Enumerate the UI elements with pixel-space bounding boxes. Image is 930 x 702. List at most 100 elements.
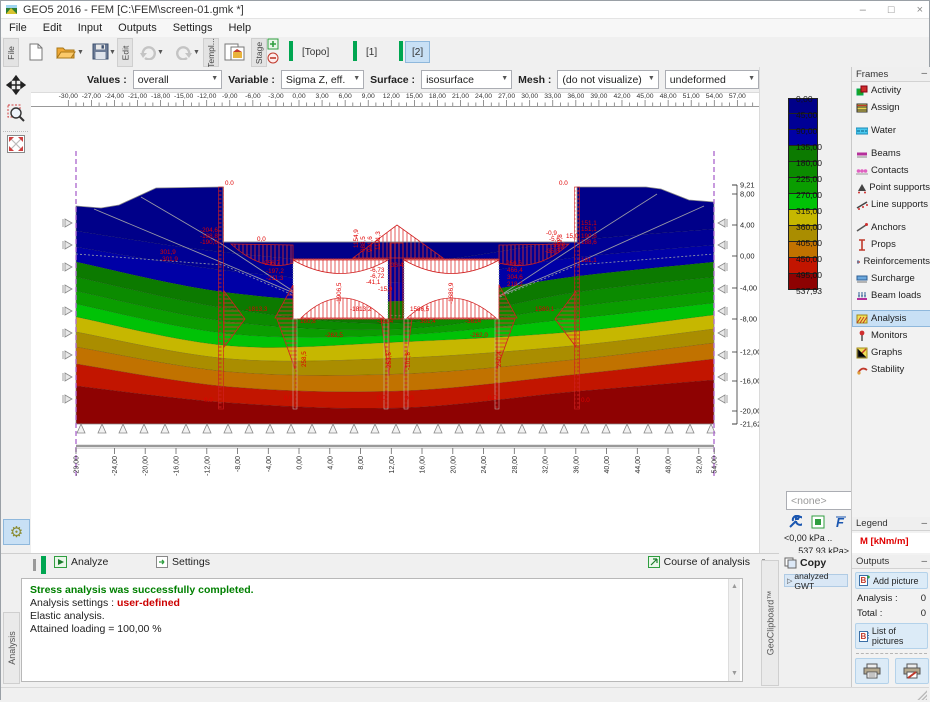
surface-combo[interactable]: isosurface▼ [421,70,512,89]
svg-text:27,00: 27,00 [498,93,515,100]
stage-button-2[interactable]: [2] [405,41,430,63]
play-icon: ▷ [787,577,792,585]
undo-dropdown-arrow: ▼ [157,49,164,56]
analyzed-gwt-button[interactable]: ▷ analyzed GWT [784,574,848,587]
svg-text:36,4: 36,4 [391,262,404,269]
analysis-side-tab[interactable]: Analysis [3,612,20,684]
frames-panel-header: Frames – [852,67,930,82]
legend-minimize-button[interactable]: – [921,521,927,527]
activity-icon [856,85,868,97]
frames-item-point-supports[interactable]: Point supports [852,179,930,196]
print-preview-button[interactable] [895,658,929,684]
edit-toolbar-tab[interactable]: Edit [117,38,133,67]
chevron-down-icon: ▼ [211,75,218,82]
add-picture-button[interactable]: B Add picture [855,572,928,589]
svg-text:57,00: 57,00 [729,93,746,100]
close-button[interactable]: × [917,4,923,16]
mesh-combo[interactable]: (do not visualize)▼ [557,70,658,89]
svg-text:45,00: 45,00 [637,93,654,100]
zoom-select-button[interactable] [3,101,28,125]
settings-gear-button[interactable]: ⚙ [3,519,30,545]
scale-function-icon[interactable]: F [834,515,848,529]
scroll-up-icon[interactable]: ▲ [731,580,738,593]
scale-value-label: 45,00 [796,110,817,120]
svg-text:-21,00: -21,00 [128,93,147,100]
frames-item-analysis[interactable]: Analysis [852,310,930,327]
stage-button-1[interactable]: [1] [359,41,384,63]
frames-item-beams[interactable]: Beams [852,145,930,162]
frames-item-reinforcements[interactable]: Reinforcements [852,253,930,270]
scroll-down-icon[interactable]: ▼ [731,667,738,680]
analyze-button[interactable]: Analyze [49,554,113,570]
menu-item-outputs[interactable]: Outputs [110,21,165,35]
svg-text:0.0: 0.0 [204,397,213,404]
geoclipboard-tab[interactable]: GeoClipboard™ [761,560,779,686]
copy-block: Copy ▷ analyzed GWT [780,553,851,687]
svg-text:4,00: 4,00 [327,456,334,470]
frames-item-activity[interactable]: Activity [852,82,930,99]
svg-text:-16,00: -16,00 [174,456,181,476]
analysis-settings-button[interactable]: Settings [151,554,215,570]
frames-item-surcharge[interactable]: Surcharge [852,270,930,287]
copy-picture-button[interactable] [220,39,250,64]
frames-item-label: Stability [871,364,904,375]
analyze-icon [54,556,67,568]
menu-item-edit[interactable]: Edit [35,21,70,35]
svg-text:8,00: 8,00 [740,190,755,199]
course-of-analysis-button[interactable]: Course of analysis [643,554,755,570]
fit-view-button[interactable] [3,131,28,156]
frames-item-line-supports[interactable]: Line supports [852,196,930,213]
open-dropdown-arrow[interactable]: ▼ [77,49,84,56]
svg-text:188,6: 188,6 [581,239,597,246]
svg-text:40,00: 40,00 [604,456,611,474]
frames-item-label: Monitors [871,330,907,341]
stage-button-topo[interactable]: [Topo] [295,41,336,63]
menu-item-help[interactable]: Help [220,21,259,35]
new-file-button[interactable] [23,39,49,64]
copy-label[interactable]: Copy [800,557,826,569]
monitors-icon [856,330,868,342]
frames-item-contacts[interactable]: Contacts [852,162,930,179]
maximize-button[interactable]: □ [888,4,895,16]
deformation-combo[interactable]: undeformed▼ [665,70,759,89]
remove-stage-button[interactable] [265,52,281,64]
frames-item-water[interactable]: Water [852,122,930,139]
file-toolbar-tab[interactable]: File [3,38,19,67]
values-combo[interactable]: overall▼ [133,70,223,89]
frames-minimize-button[interactable]: – [921,71,927,77]
svg-text:20,00: 20,00 [450,456,457,474]
print-button[interactable] [855,658,889,684]
frames-item-graphs[interactable]: Graphs [852,344,930,361]
model-canvas[interactable]: -30,00-27,00-24,00-21,00-18,00-15,00-12,… [31,93,759,553]
minimize-button[interactable]: – [860,4,866,16]
scale-value-label: 90,00 [796,126,817,136]
menu-item-input[interactable]: Input [70,21,110,35]
open-file-button[interactable] [53,39,79,64]
variable-combo[interactable]: Sigma Z, eff.▼ [281,70,364,89]
list-of-pictures-button[interactable]: B List of pictures [855,623,928,649]
templates-toolbar-tab[interactable]: Templ... [203,38,219,67]
svg-text:-29,00: -29,00 [74,456,81,476]
frames-item-props[interactable]: Props [852,236,930,253]
menu-item-settings[interactable]: Settings [165,21,221,35]
save-dropdown-arrow[interactable]: ▼ [109,49,116,56]
add-stage-button[interactable] [265,38,281,50]
pan-tool-button[interactable] [3,73,28,97]
log-scrollbar[interactable]: ▲▼ [728,579,740,681]
frames-item-assign[interactable]: Assign [852,99,930,116]
frames-item-stability[interactable]: Stability [852,361,930,378]
svg-text:301,9: 301,9 [160,249,176,256]
resize-grip[interactable] [917,690,927,700]
outputs-minimize-button[interactable]: – [921,559,927,565]
scale-settings-wrench-icon[interactable] [788,515,802,529]
menu-item-file[interactable]: File [1,21,35,35]
analysis-bottom-panel: Analyze Settings Course of analysis Stre… [1,553,779,688]
frames-item-anchors[interactable]: Anchors [852,219,930,236]
scale-range-icon[interactable] [811,515,825,529]
panel-splitter-handle[interactable] [33,559,36,571]
frames-item-monitors[interactable]: Monitors [852,327,930,344]
svg-text:51,00: 51,00 [683,93,700,100]
analysis-log[interactable]: Stress analysis was successfully complet… [21,578,743,682]
frames-item-beam-loads[interactable]: Beam loads [852,287,930,304]
scale-value-label: 0,00 [796,94,813,104]
